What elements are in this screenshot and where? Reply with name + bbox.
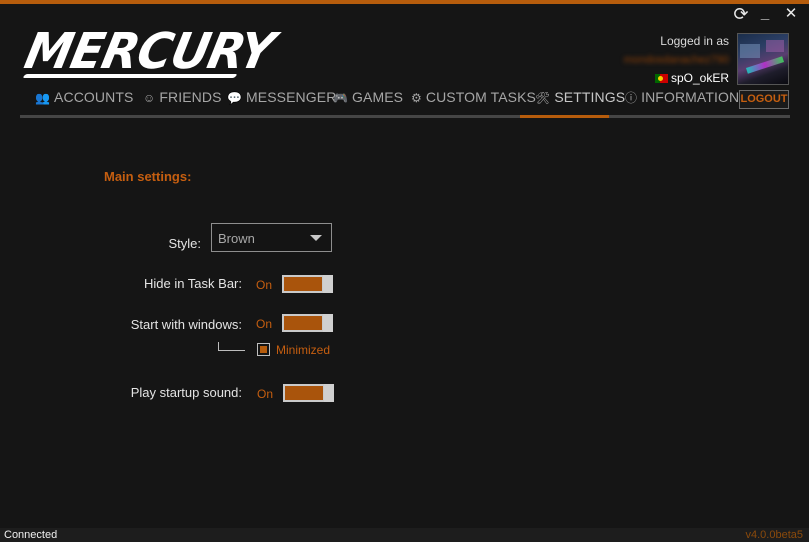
tab-label: INFORMATION [641, 89, 740, 105]
section-title: Main settings: [104, 169, 192, 184]
tab-label: MESSENGER [246, 89, 337, 105]
avatar[interactable] [737, 33, 789, 85]
hide-taskbar-state: On [256, 278, 273, 292]
startup-sound-state: On [257, 387, 274, 401]
startup-sound-label: Play startup sound: [130, 385, 242, 400]
tab-label: SETTINGS [554, 89, 626, 105]
style-select-value: Brown [218, 231, 255, 246]
active-tab-indicator [520, 115, 609, 118]
tab-accounts[interactable]: 👥 ACCOUNTS [35, 89, 133, 105]
minimize-button[interactable]: _ [756, 5, 774, 23]
tab-label: FRIENDS [159, 89, 222, 105]
portugal-flag-icon [654, 74, 668, 83]
logo-text: MERCURY [19, 22, 279, 81]
style-select[interactable]: Brown [211, 223, 332, 252]
top-accent-bar [0, 0, 809, 4]
logout-button[interactable]: LOGOUT [739, 90, 789, 109]
tab-custom-tasks[interactable]: ⚙ CUSTOM TASKS [411, 89, 536, 105]
tools-icon: 🛠 [535, 91, 551, 105]
connection-status: Connected [4, 529, 58, 541]
toggle-thumb [323, 275, 333, 293]
main-nav: 👥 ACCOUNTS ☺ FRIENDS 💬 MESSENGER 🎮 GAMES ⚙ CU… [20, 87, 790, 118]
gamepad-icon: 🎮 [333, 91, 349, 105]
chevron-down-icon [310, 235, 322, 241]
smiley-icon: ☺ [143, 91, 156, 105]
logo-swoosh [22, 74, 238, 78]
toggle-fill [284, 277, 322, 291]
logged-in-label: Logged in as [660, 34, 729, 48]
minimized-checkbox[interactable] [257, 343, 270, 356]
hide-taskbar-label: Hide in Task Bar: [143, 276, 242, 291]
tab-settings[interactable]: 🛠 SETTINGS [535, 89, 625, 105]
tab-messenger[interactable]: 💬 MESSENGER [227, 89, 336, 105]
user-info: Logged in as mondosdanachez790 spO_okER [624, 34, 729, 85]
info-icon: ⓘ [625, 91, 638, 105]
chat-bubble-icon: 💬 [227, 91, 243, 105]
status-bar: Connected v4.0.0beta5 [0, 528, 809, 542]
mercury-logo: MERCURY [20, 18, 279, 82]
close-button[interactable]: ✕ [782, 5, 800, 23]
tab-friends[interactable]: ☺ FRIENDS [143, 89, 222, 105]
tree-connector [218, 342, 245, 351]
version-label: v4.0.0beta5 [745, 529, 804, 541]
toggle-thumb [324, 384, 334, 402]
tab-games[interactable]: 🎮 GAMES [333, 89, 403, 105]
style-label: Style: [168, 236, 201, 251]
checkbox-mark [260, 346, 267, 353]
tab-label: GAMES [352, 89, 404, 105]
refresh-icon[interactable]: ⟳ [732, 5, 750, 23]
minimized-label: Minimized [276, 343, 331, 357]
user-email: mondosdanachez790 [623, 54, 729, 66]
username-row: spO_okER [624, 71, 729, 85]
start-windows-state: On [256, 317, 273, 331]
tab-label: CUSTOM TASKS [425, 89, 536, 105]
users-icon: 👥 [35, 91, 51, 105]
gear-icon: ⚙ [411, 91, 422, 105]
tab-label: ACCOUNTS [54, 89, 134, 105]
startup-sound-toggle[interactable] [283, 384, 334, 402]
toggle-fill [284, 316, 322, 330]
toggle-thumb [323, 314, 333, 332]
start-windows-toggle[interactable] [282, 314, 333, 332]
start-windows-label: Start with windows: [130, 317, 242, 332]
toggle-fill [285, 386, 323, 400]
tab-information[interactable]: ⓘ INFORMATION [625, 89, 739, 106]
hide-taskbar-toggle[interactable] [282, 275, 333, 293]
username: spO_okER [670, 71, 729, 85]
